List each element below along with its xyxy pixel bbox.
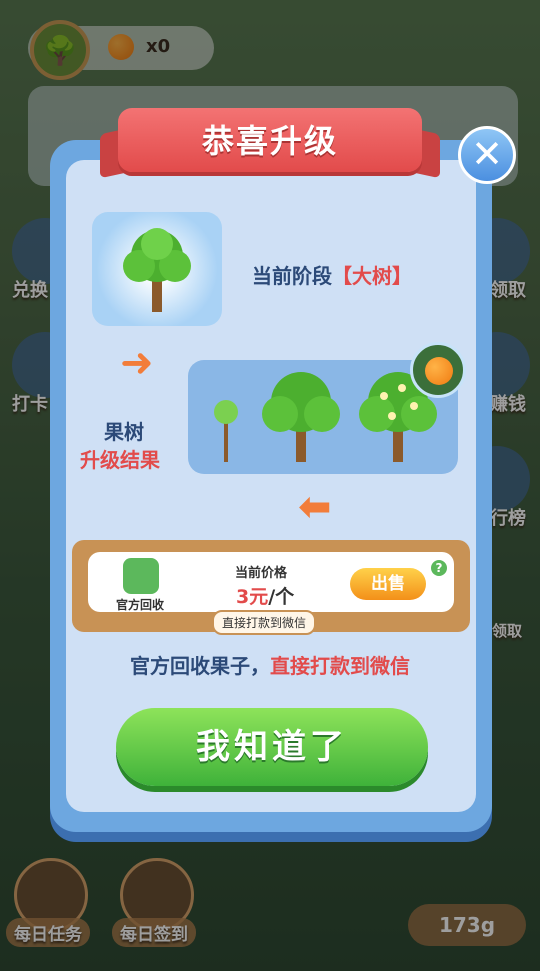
price-value: 3元/个: [236, 586, 295, 608]
price-title: 当前价格: [235, 566, 288, 581]
title-ribbon: 恭喜升级: [100, 100, 440, 184]
orange-fruit-icon: [410, 342, 466, 398]
close-icon: ✕: [471, 132, 503, 176]
notice-text: 官方回收果子，直接打款到微信: [130, 654, 410, 678]
official-recycle-logo-icon: [123, 558, 159, 594]
arrow-right-icon: ➜: [120, 340, 154, 386]
result-label-fruit-tree: 果树: [104, 420, 144, 444]
close-button[interactable]: ✕: [458, 126, 516, 184]
help-icon[interactable]: ?: [431, 560, 447, 576]
ok-button[interactable]: 我知道了: [116, 708, 428, 786]
tree-icon: [123, 228, 191, 312]
current-stage-label: 当前阶段【大树】: [252, 264, 412, 288]
modal-title: 恭喜升级: [201, 122, 338, 160]
result-label-upgrade: 升级结果: [80, 448, 160, 472]
arrow-left-icon: ⬅: [298, 484, 332, 530]
current-tree-image: [92, 212, 222, 326]
sell-button[interactable]: 出售: [350, 568, 426, 600]
pay-note-badge: 直接打款到微信: [212, 610, 317, 635]
official-recycle-label: 官方回收: [116, 598, 165, 612]
